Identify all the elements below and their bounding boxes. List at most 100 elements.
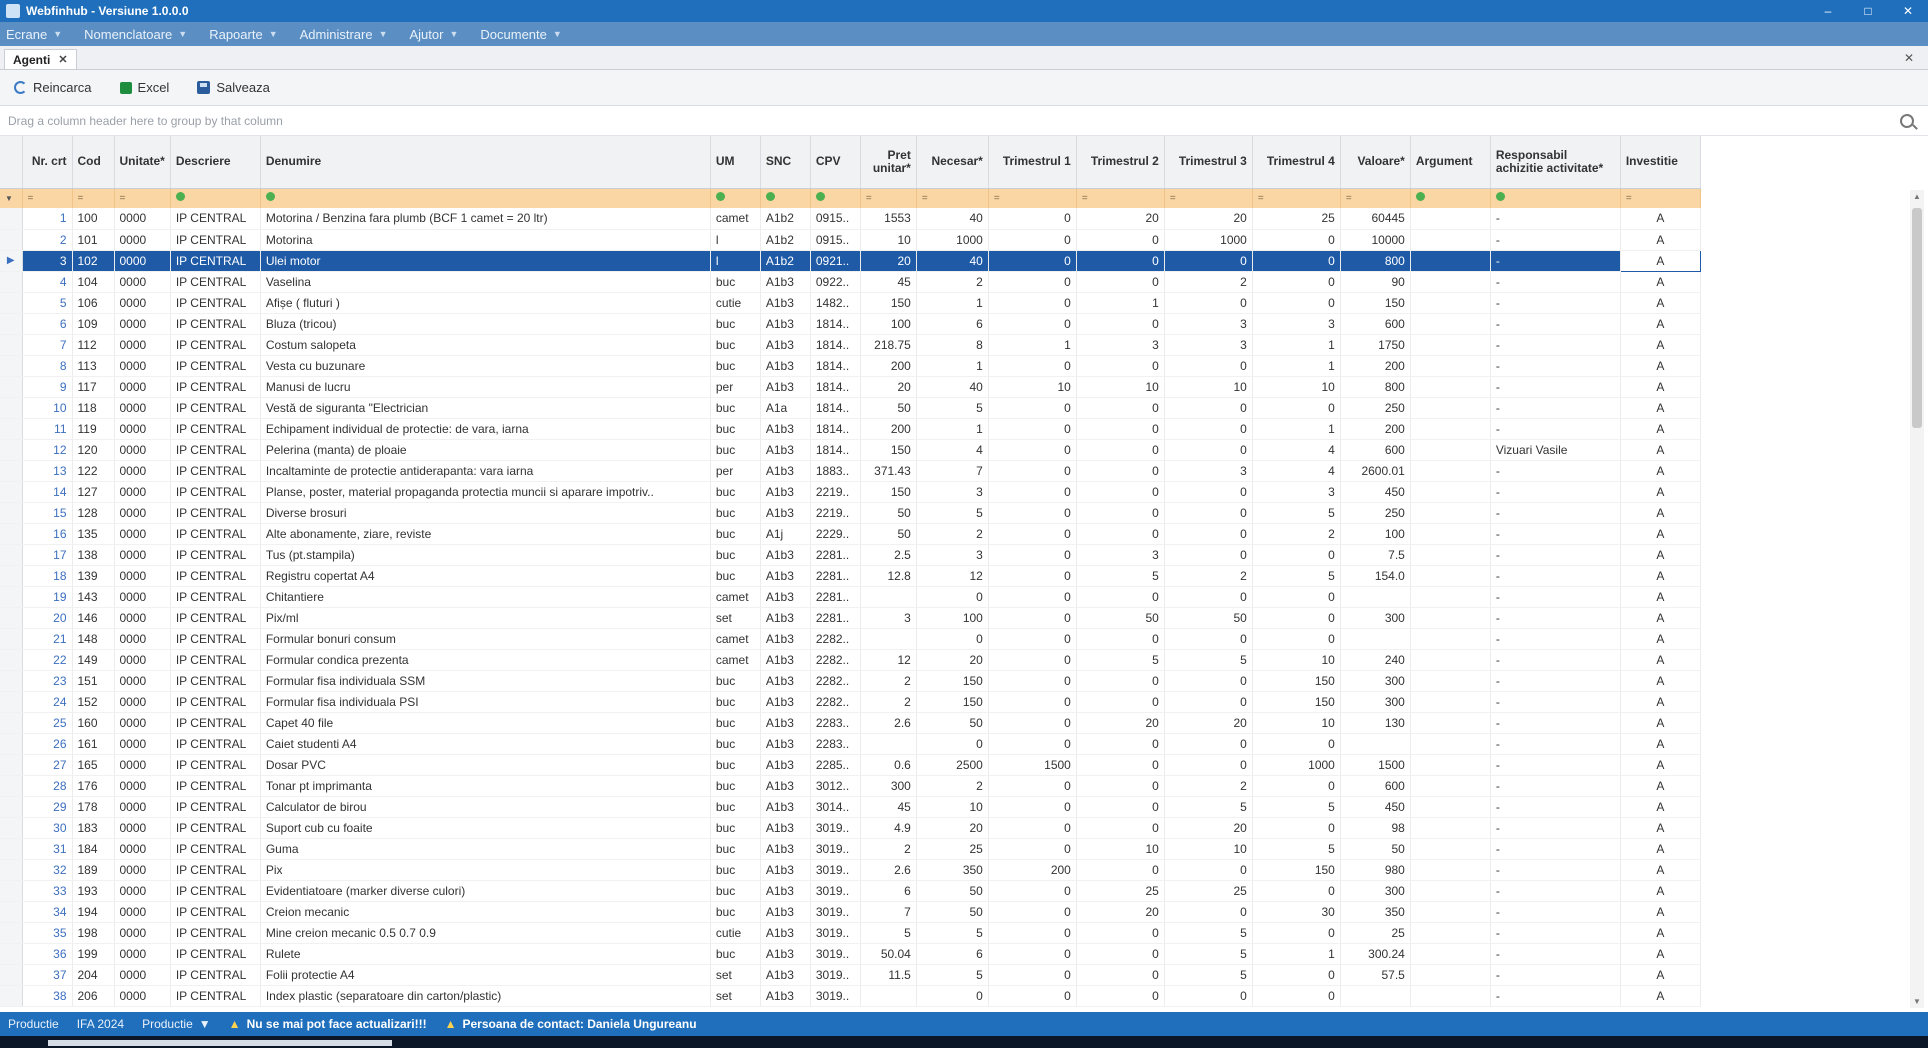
cell-responsabil[interactable]: -: [1490, 502, 1621, 524]
table-row[interactable]: 17 138 0000 IP CENTRAL Tus (pt.stampila) buc A…: [0, 544, 1701, 566]
cell-nr-crt[interactable]: 7: [22, 334, 73, 356]
cell-nr-crt[interactable]: 5: [22, 292, 73, 314]
table-row[interactable]: 36 199 0000 IP CENTRAL Rulete buc A1b3 3019.. 50…: [0, 943, 1701, 965]
cell-snc[interactable]: A1b3: [760, 754, 811, 776]
cell-um[interactable]: buc: [710, 439, 761, 461]
cell-valoare[interactable]: 250: [1340, 397, 1411, 419]
cell-cpv[interactable]: 1482..: [810, 292, 861, 314]
cell-responsabil[interactable]: -: [1490, 229, 1621, 251]
cell-trimestrul-4[interactable]: 0: [1252, 229, 1341, 251]
cell-denumire[interactable]: Planse, poster, material propaganda prot…: [260, 481, 711, 503]
column-header-nr-crt[interactable]: Nr. crt: [22, 136, 73, 189]
table-row[interactable]: 9 117 0000 IP CENTRAL Manusi de lucru per A1b3…: [0, 376, 1701, 398]
cell-valoare[interactable]: 130: [1340, 712, 1411, 734]
cell-valoare[interactable]: 150: [1340, 292, 1411, 314]
cell-um[interactable]: buc: [710, 817, 761, 839]
cell-cpv[interactable]: 3019..: [810, 880, 861, 902]
column-header-unitate[interactable]: Unitate*: [114, 136, 171, 189]
cell-um[interactable]: buc: [710, 481, 761, 503]
cell-trimestrul-1[interactable]: 0: [988, 229, 1077, 251]
cell-responsabil[interactable]: -: [1490, 544, 1621, 566]
cell-nr-crt[interactable]: 12: [22, 439, 73, 461]
cell-valoare[interactable]: 600: [1340, 439, 1411, 461]
cell-denumire[interactable]: Creion mecanic: [260, 901, 711, 923]
cell-argument[interactable]: [1410, 523, 1491, 545]
cell-cpv[interactable]: 2219..: [810, 481, 861, 503]
cell-pret-unitar[interactable]: 7: [860, 901, 917, 923]
cell-trimestrul-1[interactable]: 0: [988, 250, 1077, 272]
cell-um[interactable]: camet: [710, 586, 761, 608]
cell-snc[interactable]: A1j: [760, 523, 811, 545]
cell-cpv[interactable]: 1814..: [810, 313, 861, 335]
cell-cpv[interactable]: 2282..: [810, 628, 861, 650]
menu-rapoarte[interactable]: Rapoarte ▼: [209, 27, 277, 42]
row-indicator[interactable]: [0, 922, 23, 944]
column-header-um[interactable]: UM: [710, 136, 761, 189]
cell-descriere[interactable]: IP CENTRAL: [170, 670, 261, 692]
cell-cod[interactable]: 183: [72, 817, 115, 839]
cell-pret-unitar[interactable]: 45: [860, 796, 917, 818]
cell-argument[interactable]: [1410, 292, 1491, 314]
cell-investitie[interactable]: A: [1620, 817, 1701, 839]
cell-valoare[interactable]: 600: [1340, 775, 1411, 797]
cell-valoare[interactable]: 240: [1340, 649, 1411, 671]
cell-descriere[interactable]: IP CENTRAL: [170, 229, 261, 251]
cell-cpv[interactable]: 3012..: [810, 775, 861, 797]
cell-snc[interactable]: A1b3: [760, 817, 811, 839]
cell-trimestrul-1[interactable]: 0: [988, 943, 1077, 965]
cell-investitie[interactable]: A: [1620, 943, 1701, 965]
cell-argument[interactable]: [1410, 964, 1491, 986]
table-row[interactable]: 33 193 0000 IP CENTRAL Evidentiatoare (marke…: [0, 880, 1701, 902]
cell-descriere[interactable]: IP CENTRAL: [170, 901, 261, 923]
cell-pret-unitar[interactable]: 5: [860, 922, 917, 944]
cell-nr-crt[interactable]: 28: [22, 775, 73, 797]
column-header-pret-unitar[interactable]: Pret unitar*: [860, 136, 917, 189]
search-icon[interactable]: [1900, 113, 1914, 128]
cell-cpv[interactable]: 1814..: [810, 355, 861, 377]
maximize-button[interactable]: □: [1848, 4, 1888, 18]
cell-um[interactable]: camet: [710, 649, 761, 671]
column-header-necesar[interactable]: Necesar*: [916, 136, 989, 189]
cell-argument[interactable]: [1410, 271, 1491, 293]
cell-trimestrul-4[interactable]: 5: [1252, 565, 1341, 587]
cell-trimestrul-3[interactable]: 0: [1164, 901, 1253, 923]
cell-unitate[interactable]: 0000: [114, 628, 171, 650]
cell-valoare[interactable]: 200: [1340, 418, 1411, 440]
cell-responsabil[interactable]: -: [1490, 355, 1621, 377]
table-row[interactable]: 18 139 0000 IP CENTRAL Registru copertat A4 b…: [0, 565, 1701, 587]
filter-cell-descriere[interactable]: [170, 188, 261, 208]
cell-nr-crt[interactable]: 13: [22, 460, 73, 482]
cell-pret-unitar[interactable]: 100: [860, 313, 917, 335]
cell-snc[interactable]: A1b3: [760, 607, 811, 629]
cell-investitie[interactable]: A: [1620, 901, 1701, 923]
cell-cod[interactable]: 113: [72, 355, 115, 377]
cell-trimestrul-1[interactable]: 0: [988, 649, 1077, 671]
cell-pret-unitar[interactable]: 50: [860, 502, 917, 524]
cell-unitate[interactable]: 0000: [114, 313, 171, 335]
cell-descriere[interactable]: IP CENTRAL: [170, 334, 261, 356]
cell-descriere[interactable]: IP CENTRAL: [170, 523, 261, 545]
cell-denumire[interactable]: Diverse brosuri: [260, 502, 711, 524]
cell-nr-crt[interactable]: 23: [22, 670, 73, 692]
cell-pret-unitar[interactable]: 10: [860, 229, 917, 251]
cell-trimestrul-1[interactable]: 200: [988, 859, 1077, 881]
cell-denumire[interactable]: Rulete: [260, 943, 711, 965]
cell-responsabil[interactable]: -: [1490, 418, 1621, 440]
cell-trimestrul-4[interactable]: 0: [1252, 817, 1341, 839]
cell-argument[interactable]: [1410, 880, 1491, 902]
filter-cell-responsabil[interactable]: [1490, 188, 1621, 208]
cell-nr-crt[interactable]: 11: [22, 418, 73, 440]
cell-necesar[interactable]: 10: [916, 796, 989, 818]
filter-cell-nr-crt[interactable]: =: [22, 188, 73, 208]
cell-trimestrul-3[interactable]: 0: [1164, 292, 1253, 314]
filter-cell-cpv[interactable]: [810, 188, 861, 208]
cell-cod[interactable]: 161: [72, 733, 115, 755]
row-indicator[interactable]: [0, 439, 23, 461]
cell-um[interactable]: buc: [710, 754, 761, 776]
cell-cod[interactable]: 199: [72, 943, 115, 965]
cell-argument[interactable]: [1410, 691, 1491, 713]
cell-investitie[interactable]: A: [1620, 208, 1701, 230]
cell-valoare[interactable]: [1340, 628, 1411, 650]
cell-nr-crt[interactable]: 8: [22, 355, 73, 377]
cell-trimestrul-4[interactable]: 0: [1252, 250, 1341, 272]
